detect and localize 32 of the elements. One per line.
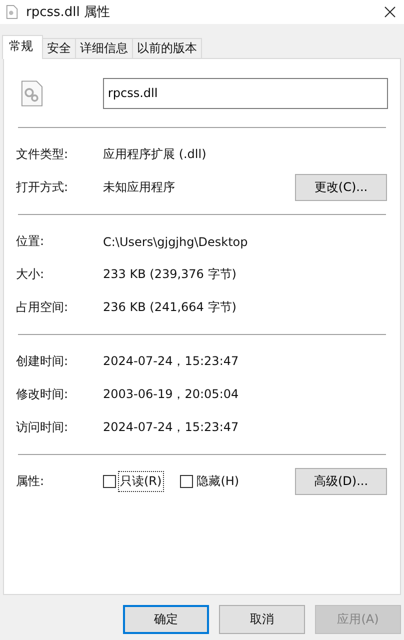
- gear-file-icon: [21, 80, 43, 106]
- file-name-field[interactable]: rpcss.dll: [102, 78, 388, 108]
- field-label: 创建时间:: [16, 353, 70, 370]
- field-label: 访问时间:: [16, 419, 70, 436]
- field-label: 修改时间:: [16, 386, 70, 403]
- field-value: 2024-07-24，15:23:47: [103, 419, 240, 436]
- field-value: 应用程序扩展 (.dll): [103, 146, 208, 163]
- field-label: 大小:: [16, 266, 46, 283]
- field-value: 未知应用程序: [103, 179, 176, 196]
- field-value: 236 KB (241,664 字节): [103, 299, 238, 316]
- field-value: 2024-07-24，15:23:47: [103, 353, 240, 370]
- checkbox[interactable]: [180, 475, 193, 488]
- dialog-button[interactable]: 确定: [123, 605, 209, 634]
- file-icon: [6, 5, 18, 19]
- field-label: 位置:: [16, 233, 46, 250]
- field-value: 2003-06-19，20:05:04: [103, 386, 240, 403]
- field-label: 占用空间:: [16, 299, 70, 316]
- checkbox-label[interactable]: 隐藏(H): [194, 471, 242, 492]
- tab[interactable]: 常规: [2, 35, 43, 59]
- advanced-button[interactable]: 高级(D)...: [295, 468, 387, 495]
- field-label: 属性:: [16, 473, 46, 490]
- field-label: 打开方式:: [16, 179, 70, 196]
- checkbox-label[interactable]: 只读(R): [118, 471, 164, 492]
- field-label: 文件类型:: [16, 146, 70, 163]
- window-title: rpcss.dll 属性: [26, 4, 112, 21]
- change-button[interactable]: 更改(C)...: [295, 174, 387, 201]
- field-value: C:\Users\gjgjhg\Desktop: [103, 234, 249, 248]
- tab[interactable]: 以前的版本: [132, 38, 202, 58]
- checkbox[interactable]: [103, 475, 116, 488]
- dialog-button[interactable]: 取消: [219, 605, 305, 634]
- field-value: 233 KB (239,376 字节): [103, 266, 238, 283]
- close-icon[interactable]: [384, 6, 396, 18]
